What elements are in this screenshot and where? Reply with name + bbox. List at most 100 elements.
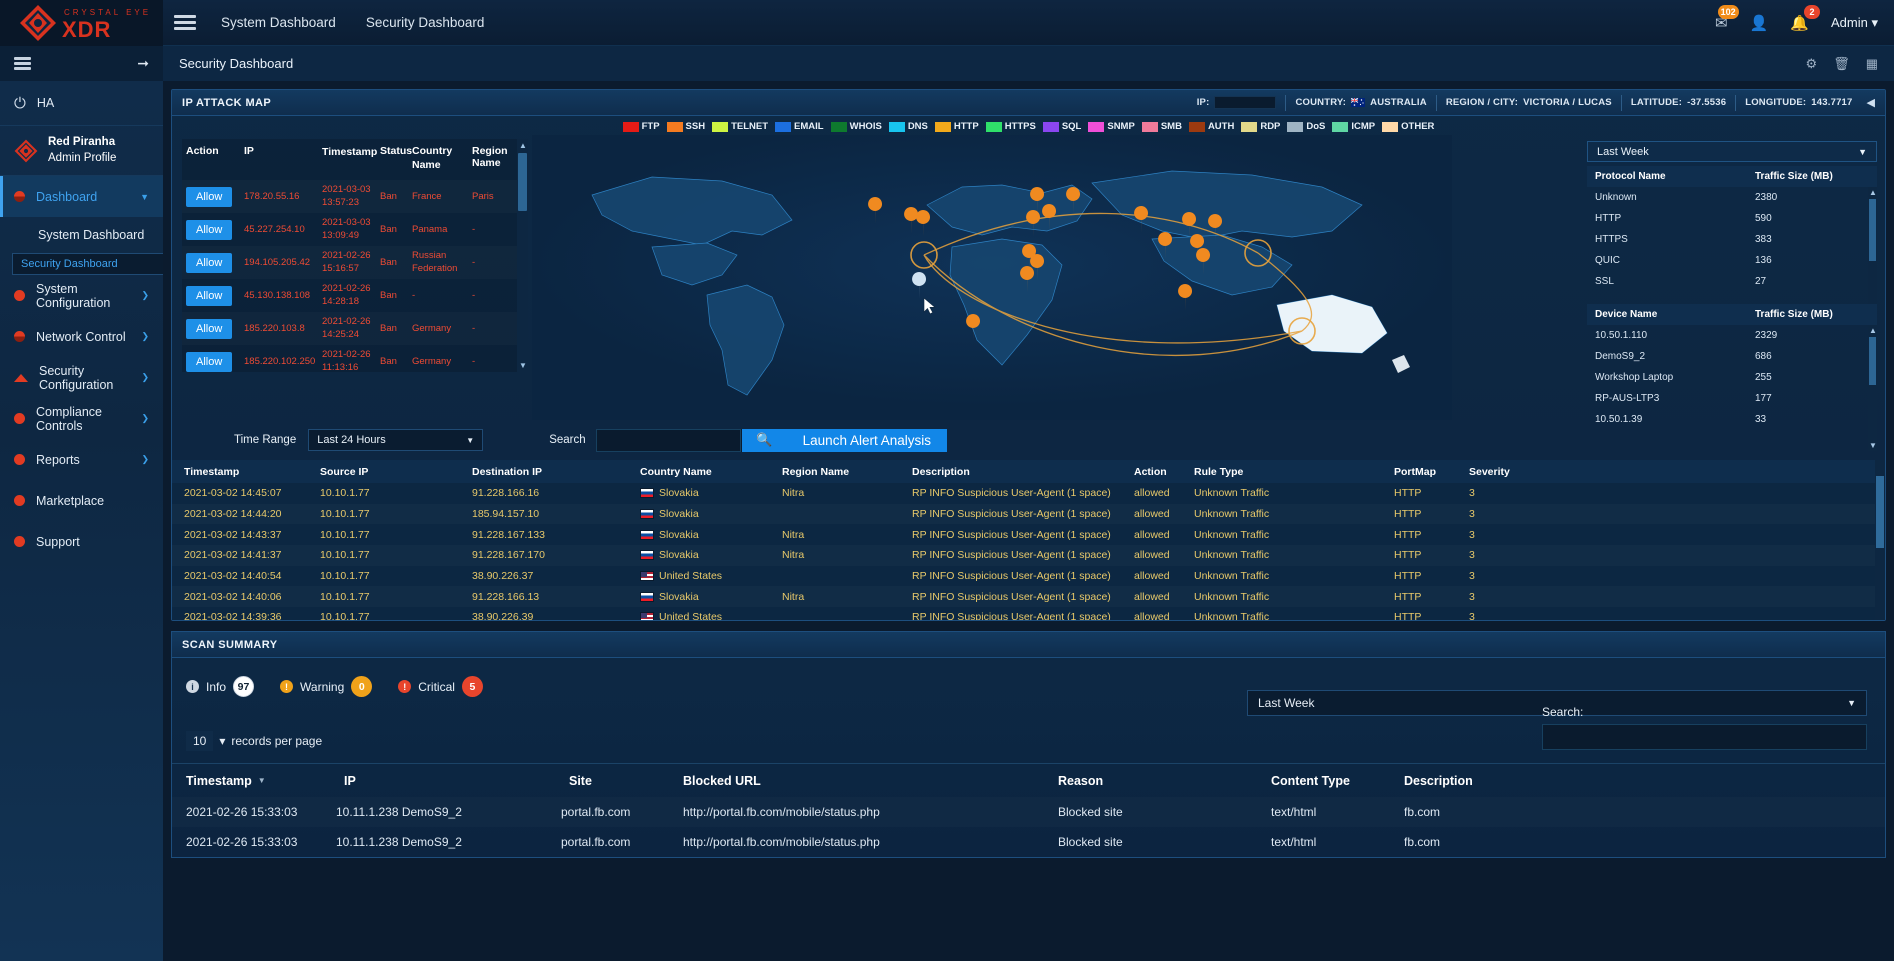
table-row: 2021-02-26 15:33:03 10.11.1.238 DemoS9_2 p…	[172, 827, 1885, 857]
allow-button[interactable]: Allow	[186, 219, 233, 240]
bell-icon[interactable]: 🔔 2	[1790, 4, 1820, 32]
gear-icon[interactable]: ⚙	[1806, 56, 1818, 72]
sidebar-item-compliance-controls[interactable]: Compliance Controls ❯	[0, 398, 163, 439]
col-content-type[interactable]: Content Type	[1271, 774, 1404, 788]
sidebar-item-security-dashboard[interactable]: Security Dashboard	[12, 253, 163, 276]
sidebar-profile[interactable]: Red Piranha Admin Profile	[0, 126, 163, 177]
scroll-up-icon[interactable]: ▲	[519, 141, 527, 150]
table-row: HTTPS 383	[1587, 229, 1877, 250]
cell-action: Allow	[182, 351, 244, 372]
device-scrollbar[interactable]: ▲ ▼	[1868, 325, 1877, 451]
sidebar-item-reports[interactable]: Reports ❯	[0, 439, 163, 480]
scrollbar-thumb[interactable]	[1876, 476, 1884, 548]
allow-button[interactable]: Allow	[186, 285, 233, 306]
scrollbar-thumb[interactable]	[1869, 337, 1876, 385]
geo-meta: IP: COUNTRY: AUSTRALIA REGION / CITY: VI…	[1188, 94, 1857, 111]
cell-region: Paris	[472, 191, 494, 203]
allow-button[interactable]: Allow	[186, 252, 233, 273]
cell-timestamp: 2021-02-26 11:13:16	[322, 349, 380, 372]
sort-descending-icon[interactable]: ▼	[258, 776, 266, 785]
topnav-system-dashboard[interactable]: System Dashboard	[221, 15, 336, 30]
allow-button[interactable]: Allow	[186, 351, 233, 372]
sidebar-item-system-configuration[interactable]: System Configuration ❯	[0, 275, 163, 316]
legend-item: HTTP	[934, 121, 979, 132]
ip-attack-map-header: IP ATTACK MAP IP: COUNTRY: AUSTRALIA REG…	[172, 90, 1885, 116]
table-row: 2021-03-02 14:45:07 10.10.1.77 91.228.166.…	[172, 483, 1885, 504]
protocol-scrollbar[interactable]: ▲ ▼	[1868, 187, 1877, 313]
cell-country: -	[412, 289, 416, 301]
col-ip[interactable]: IP	[336, 774, 561, 788]
scrollbar-thumb[interactable]	[518, 153, 527, 211]
menu-toggle-button[interactable]	[163, 15, 207, 30]
sidebar-collapse-button[interactable]	[14, 57, 31, 70]
world-attack-map[interactable]	[532, 135, 1452, 420]
legend-item: SNMP	[1088, 121, 1135, 132]
cell-rule-type: Unknown Traffic	[1194, 487, 1270, 500]
launch-alert-analysis-button[interactable]: Launch Alert Analysis	[786, 428, 947, 452]
admin-menu[interactable]: Admin ▾	[1831, 15, 1878, 31]
svg-text:XDR: XDR	[62, 17, 111, 42]
scroll-up-icon[interactable]: ▲	[1869, 326, 1877, 335]
device-table-header: Device Name Traffic Size (MB)	[1587, 304, 1877, 325]
sidebar-item-dashboard[interactable]: Dashboard ▼	[0, 176, 163, 218]
allow-button[interactable]: Allow	[186, 186, 233, 207]
sidebar-item-network-control[interactable]: Network Control ❯	[0, 316, 163, 357]
protocol-traffic-table: Protocol Name Traffic Size (MB) Unknown 2…	[1587, 166, 1877, 313]
time-range-select[interactable]: Last 24 Hours ▼	[308, 429, 484, 451]
sidebar-item-ha[interactable]: ⏻ HA	[0, 81, 163, 126]
col-description[interactable]: Description	[1404, 774, 1564, 788]
sidebar-item-security-configuration[interactable]: Security Configuration ❯	[0, 357, 163, 398]
cell-timestamp: 2021-03-02 14:39:36	[184, 611, 282, 620]
sidebar-item-system-dashboard[interactable]: System Dashboard	[0, 217, 163, 253]
mail-icon[interactable]: ✉ 102	[1715, 4, 1739, 32]
chevron-down-icon: ▼	[466, 435, 475, 445]
traffic-range-select[interactable]: Last Week ▼	[1587, 141, 1877, 162]
cell-date: 2021-02-26	[322, 249, 371, 261]
ip-attack-list-scrollbar[interactable]: ▲ ▼	[517, 139, 528, 372]
allow-button[interactable]: Allow	[186, 318, 233, 339]
protocol-table-body: Unknown 2380 HTTP 590 HTTPS 383 QUIC 136 SSL 27	[1587, 187, 1877, 292]
panel-collapse-icon[interactable]: ◀	[1867, 96, 1875, 109]
alert-search-input[interactable]	[595, 428, 741, 452]
cell-action: Allow	[182, 252, 244, 273]
scroll-down-icon[interactable]: ▼	[1869, 441, 1877, 450]
user-icon[interactable]: 👤	[1750, 14, 1769, 32]
cell-name: Workshop Laptop	[1595, 372, 1674, 383]
sidebar-item-support[interactable]: Support	[0, 521, 163, 562]
stat-warning[interactable]: ! Warning 0	[280, 676, 373, 697]
grid-icon[interactable]: ▦	[1866, 56, 1878, 72]
app-logo[interactable]: CRYSTAL EYE XDR	[0, 0, 163, 46]
scroll-up-icon[interactable]: ▲	[1869, 188, 1877, 197]
cell-action: allowed	[1134, 508, 1170, 521]
mail-badge: 102	[1717, 4, 1739, 19]
meta-longitude: LONGITUDE: 143.7717	[1736, 95, 1856, 111]
trash-icon[interactable]: 🗑	[1833, 56, 1850, 72]
col-site[interactable]: Site	[561, 774, 683, 788]
topnav-security-dashboard[interactable]: Security Dashboard	[366, 15, 485, 30]
scrollbar-thumb[interactable]	[1869, 199, 1876, 261]
col-reason[interactable]: Reason	[1058, 774, 1271, 788]
records-per-page[interactable]: 10 ▾ records per page	[186, 731, 322, 751]
ip-attack-list-header: Action IP Timestamp Status Country Name …	[182, 139, 528, 180]
stat-critical[interactable]: ! Critical 5	[398, 676, 483, 697]
stat-info[interactable]: i Info 97	[186, 676, 255, 697]
scroll-down-icon[interactable]: ▼	[519, 361, 527, 370]
search-icon[interactable]: 🔍	[740, 428, 787, 452]
profile-role: Admin Profile	[48, 151, 117, 164]
ip-attack-map-panel: IP ATTACK MAP IP: COUNTRY: AUSTRALIA REG…	[171, 89, 1886, 621]
alerts-scrollbar[interactable]	[1875, 460, 1885, 620]
legend-label: HTTP	[953, 121, 979, 132]
device-table-body: 10.50.1.110 2329 DemoS9_2 686 Workshop Lapto…	[1587, 325, 1877, 430]
cell-timestamp: 2021-03-02 14:43:37	[184, 528, 282, 541]
dot-icon	[14, 495, 25, 507]
united-states-flag-icon	[640, 571, 654, 582]
scan-search-input[interactable]	[1542, 724, 1867, 750]
cell-ip: 45.227.254.10	[244, 224, 305, 236]
legend-label: SSH	[685, 121, 706, 132]
sidebar-item-marketplace[interactable]: Marketplace	[0, 480, 163, 521]
cell-source-ip: 10.10.1.77	[320, 590, 370, 603]
time-range-label: Time Range	[234, 434, 297, 446]
col-blocked-url[interactable]: Blocked URL	[683, 774, 1058, 788]
logout-icon[interactable]: ➞	[137, 55, 149, 72]
cell-country: France	[412, 190, 442, 202]
